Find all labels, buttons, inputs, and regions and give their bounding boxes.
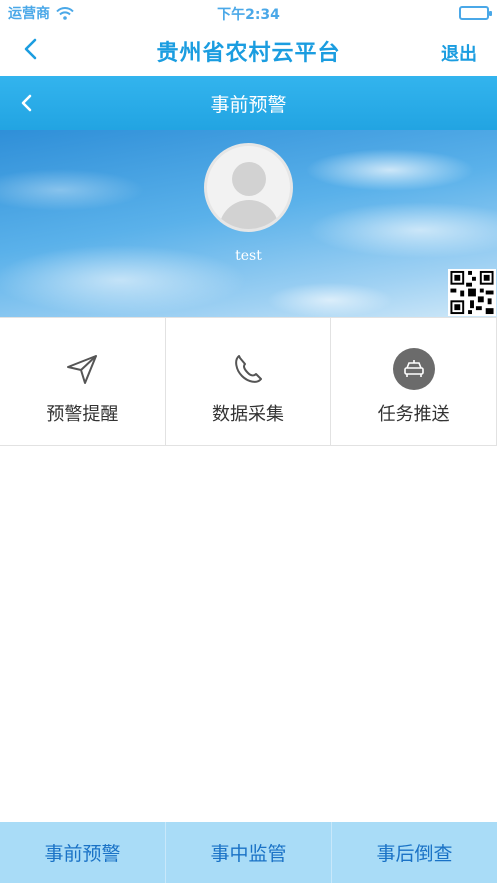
menu-label: 数据采集 (212, 404, 284, 425)
page-back-icon[interactable] (16, 92, 38, 114)
phone-icon (227, 348, 269, 390)
app-title: 贵州省农村云平台 (156, 41, 341, 66)
back-chevron-icon[interactable] (18, 36, 44, 62)
app-header: 贵州省农村云平台 退出 (0, 26, 497, 76)
exit-button[interactable]: 退出 (441, 40, 477, 66)
menu-label: 任务推送 (377, 404, 450, 425)
status-bar: 运营商 下午2:34 (0, 0, 497, 26)
menu-label: 预警提醒 (46, 404, 119, 425)
battery-icon (459, 6, 492, 20)
app-screen: 运营商 下午2:34 贵州省农村云平台 退出 事前预警 test 预警提醒 数据… (0, 0, 497, 883)
profile-banner: test (0, 130, 497, 317)
navigation-arrow-icon (61, 348, 103, 390)
page-title: 事前预警 (210, 93, 287, 116)
menu-item-data-collection[interactable]: 数据采集 (164, 318, 332, 445)
status-time: 下午2:34 (217, 7, 280, 23)
car-icon-badge (392, 348, 435, 390)
menu-item-task-push[interactable]: 任务推送 (330, 318, 497, 445)
bottom-tab-bar: 事前预警 事中监管 事后倒查 (0, 822, 497, 883)
tab-post-investigation[interactable]: 事后倒查 (332, 822, 497, 883)
avatar-body (219, 200, 279, 229)
feature-menu: 预警提醒 数据采集 任务推送 (0, 317, 497, 446)
qr-code-icon[interactable] (448, 269, 496, 316)
tab-in-process-supervision[interactable]: 事中监管 (166, 822, 332, 883)
menu-item-warning-reminder[interactable]: 预警提醒 (0, 318, 166, 445)
tab-pre-warning[interactable]: 事前预警 (0, 822, 166, 883)
username: test (235, 248, 262, 264)
avatar-head (232, 162, 266, 196)
avatar[interactable] (204, 143, 293, 232)
page-header: 事前预警 (0, 76, 497, 130)
car-icon (392, 348, 435, 390)
